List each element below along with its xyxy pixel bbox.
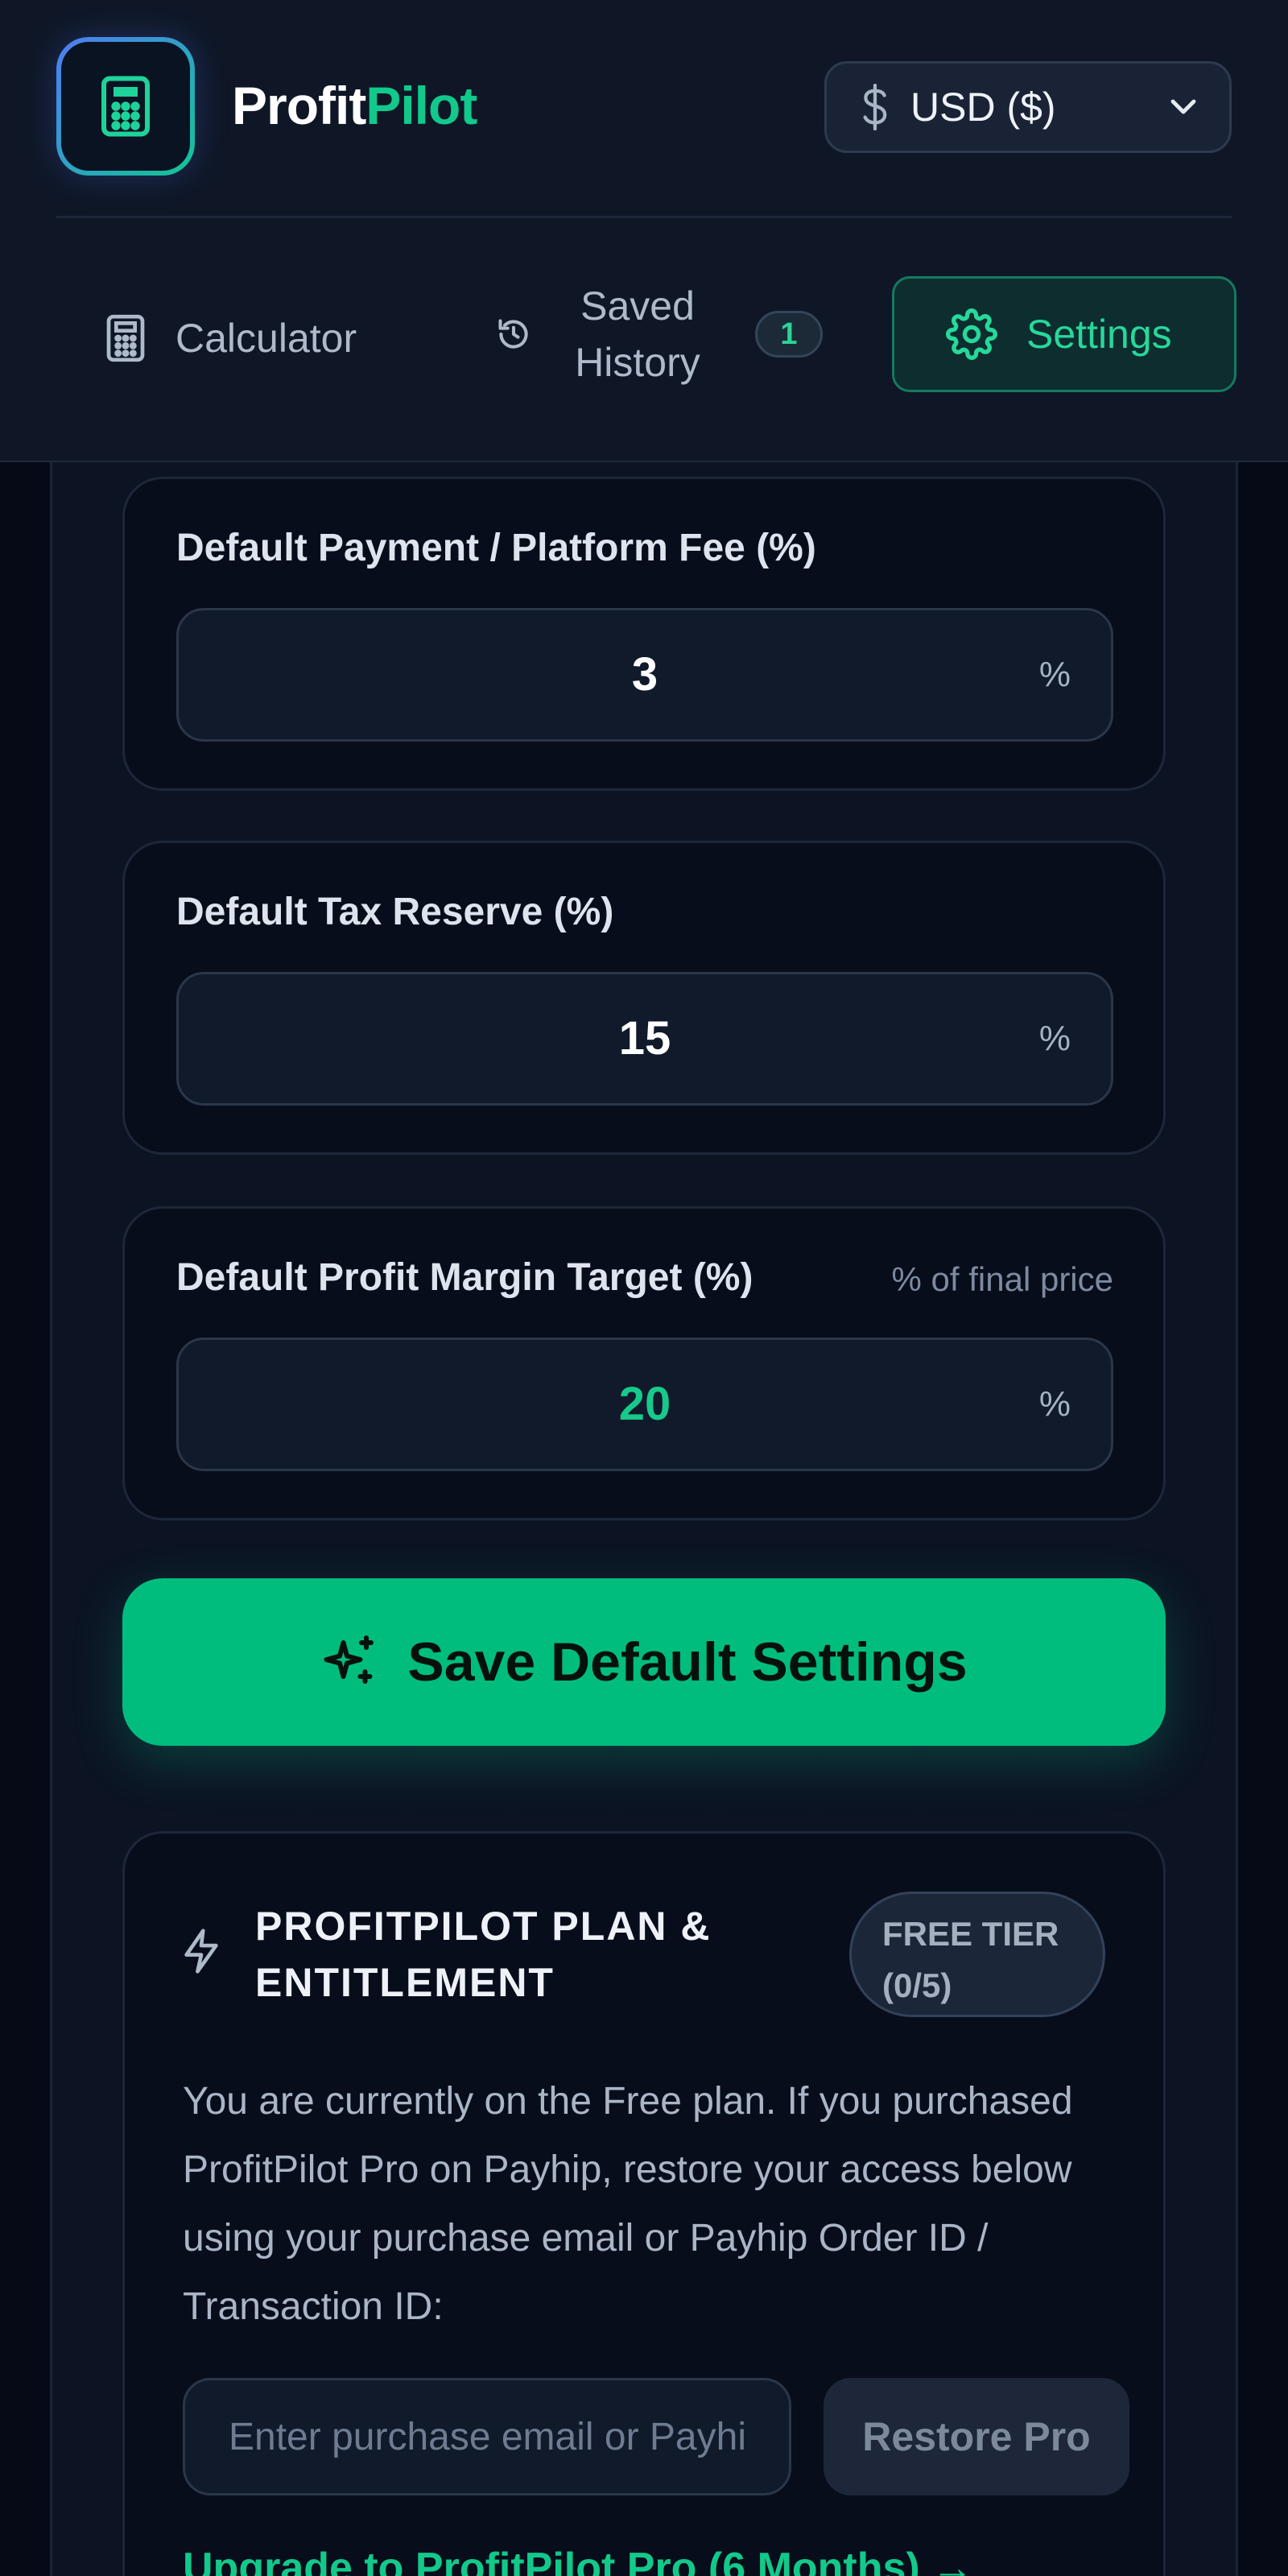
- payment-fee-value: 3: [631, 648, 658, 701]
- tab-calculator-label: Calculator: [175, 316, 357, 361]
- history-count-badge: 1: [755, 311, 823, 358]
- currency-label: USD ($): [910, 85, 1056, 130]
- save-default-settings-button[interactable]: Save Default Settings: [122, 1578, 1166, 1746]
- gear-icon: [946, 308, 997, 360]
- tax-reserve-value: 15: [618, 1012, 671, 1065]
- profit-margin-value: 20: [618, 1378, 671, 1430]
- payment-fee-card: Default Payment / Platform Fee (%) 3 %: [122, 477, 1166, 791]
- history-icon: [498, 319, 528, 349]
- tax-reserve-unit: %: [1038, 1019, 1071, 1058]
- history-label-line2: History: [575, 340, 700, 385]
- plan-entitlement-card: PROFITPILOT PLAN & ENTITLEMENT FREE TIER…: [122, 1831, 1166, 2576]
- app-logo[interactable]: [56, 37, 195, 176]
- main-nav: Calculator Saved History 1 Settings: [0, 274, 1288, 395]
- brand-name-part1: Profit: [232, 76, 366, 135]
- tab-settings-label: Settings: [1026, 312, 1172, 357]
- payment-fee-input[interactable]: 3 %: [176, 608, 1113, 742]
- profit-margin-unit: %: [1038, 1384, 1071, 1424]
- lightning-icon: [184, 1929, 218, 1974]
- tab-saved-history-label: Saved History: [565, 278, 710, 391]
- plan-description: You are currently on the Free plan. If y…: [183, 2080, 1073, 2328]
- save-button-label: Save Default Settings: [407, 1631, 968, 1693]
- tab-calculator[interactable]: Calculator: [103, 306, 357, 370]
- tier-badge: FREE TIER (0/5): [849, 1892, 1105, 2017]
- profit-margin-card: Default Profit Margin Target (%) % of fi…: [122, 1206, 1166, 1520]
- purchase-email-input[interactable]: [183, 2378, 791, 2495]
- plan-title: PROFITPILOT PLAN & ENTITLEMENT: [255, 1904, 712, 2005]
- tab-settings[interactable]: Settings: [892, 276, 1236, 392]
- calculator-icon: [106, 314, 145, 362]
- brand-row: ProfitPilot USD ($): [56, 37, 1232, 176]
- currency-select[interactable]: USD ($): [824, 61, 1232, 153]
- tier-badge-line2: (0/5): [882, 1966, 952, 2004]
- chevron-down-icon: [1170, 99, 1196, 114]
- restore-pro-button[interactable]: Restore Pro: [824, 2378, 1129, 2495]
- tax-reserve-input[interactable]: 15 %: [176, 972, 1113, 1106]
- dollar-icon: [863, 84, 887, 130]
- brand-name: ProfitPilot: [232, 69, 477, 142]
- calculator-icon: [101, 76, 150, 137]
- tier-badge-line1: FREE TIER: [882, 1915, 1059, 1953]
- history-label-line1: Saved: [580, 283, 695, 329]
- header-divider: [56, 216, 1232, 218]
- profit-margin-hint: % of final price: [891, 1260, 1113, 1298]
- profit-margin-input[interactable]: 20 %: [176, 1338, 1113, 1471]
- tax-reserve-card: Default Tax Reserve (%) 15 %: [122, 841, 1166, 1155]
- sparkles-icon: [324, 1635, 374, 1684]
- app-header: ProfitPilot USD ($) Calculator Saved His…: [0, 0, 1288, 462]
- tax-reserve-label: Default Tax Reserve (%): [176, 891, 614, 933]
- profit-margin-label: Default Profit Margin Target (%): [176, 1256, 753, 1299]
- brand-name-part2: Pilot: [365, 76, 477, 135]
- payment-fee-unit: %: [1038, 655, 1071, 694]
- payment-fee-label: Default Payment / Platform Fee (%): [176, 527, 816, 569]
- tab-saved-history[interactable]: Saved History 1: [496, 274, 823, 395]
- upgrade-link[interactable]: Upgrade to ProfitPilot Pro (6 Months) →: [183, 2544, 973, 2576]
